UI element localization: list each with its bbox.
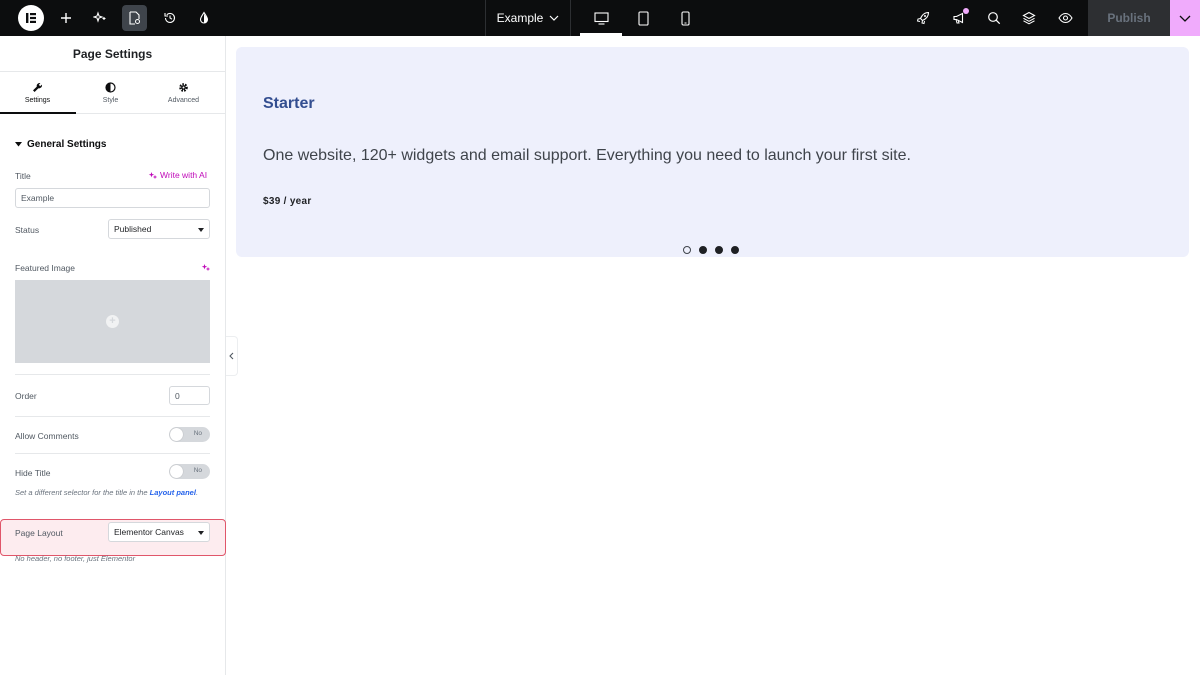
tab-style-label: Style — [102, 97, 119, 104]
wrench-icon — [33, 83, 42, 92]
tab-style[interactable]: Style — [73, 72, 148, 114]
site-settings-drop-icon[interactable] — [194, 0, 214, 36]
title-input[interactable]: Example — [15, 188, 210, 208]
panel-tabs: Settings Style Advanced — [0, 72, 225, 114]
hide-title-toggle[interactable]: No — [169, 464, 210, 479]
order-label: Order — [15, 391, 37, 401]
caret-down-icon — [198, 531, 204, 535]
slider-pagination — [683, 246, 739, 254]
caret-down-icon — [198, 228, 204, 232]
status-label: Status — [15, 225, 40, 235]
tab-advanced[interactable]: Advanced — [146, 72, 221, 114]
history-icon[interactable] — [160, 0, 180, 36]
document-title: Example — [496, 11, 544, 25]
notifications-megaphone-icon[interactable] — [948, 0, 970, 36]
slide-price: $39 / year — [263, 196, 312, 207]
ai-sparkle-icon[interactable] — [90, 0, 110, 36]
slide-heading: Starter — [263, 95, 315, 112]
search-icon[interactable] — [983, 0, 1005, 36]
top-bar: Example Publish — [0, 0, 1200, 36]
hide-title-help: Set a different selector for the title i… — [15, 487, 210, 499]
launchpad-rocket-icon[interactable] — [912, 0, 934, 36]
status-select[interactable]: Published — [108, 219, 210, 239]
page-settings-icon[interactable] — [124, 0, 145, 36]
toggle-knob — [170, 465, 183, 478]
preview-eye-icon[interactable] — [1054, 0, 1076, 36]
order-input[interactable]: 0 — [169, 386, 210, 405]
slider-dot[interactable] — [715, 246, 723, 254]
gear-icon — [179, 83, 188, 92]
collapse-panel-button[interactable] — [226, 336, 238, 376]
pricing-slide-card: Starter One website, 120+ widgets and em… — [236, 47, 1189, 257]
mobile-view-icon[interactable] — [675, 0, 695, 36]
allow-comments-toggle[interactable]: No — [169, 427, 210, 442]
tab-settings[interactable]: Settings — [0, 72, 75, 114]
divider — [15, 416, 210, 417]
toggle-state: No — [193, 430, 202, 437]
active-tab-indicator — [0, 112, 76, 114]
help-text-prefix: Set a different selector for the title i… — [15, 488, 148, 497]
write-with-ai-link[interactable]: Write with AI — [148, 170, 207, 180]
divider — [15, 453, 210, 454]
ai-sparkle-icon — [148, 171, 157, 178]
slider-dot[interactable] — [699, 246, 707, 254]
status-value: Published — [114, 224, 152, 234]
hide-title-label: Hide Title — [15, 468, 51, 478]
chevron-left-icon — [229, 352, 234, 360]
layout-panel-link[interactable]: Layout panel — [150, 488, 196, 497]
page-layout-help: No header, no footer, just Elementor — [15, 554, 136, 563]
publish-options-button[interactable] — [1170, 0, 1200, 36]
page-layout-label: Page Layout — [15, 528, 63, 538]
tab-settings-label: Settings — [24, 97, 51, 104]
page-layout-value: Elementor Canvas — [114, 527, 184, 537]
add-image-icon: + — [106, 315, 119, 328]
chevron-down-icon — [549, 15, 559, 21]
tablet-view-icon[interactable] — [633, 0, 653, 36]
structure-layers-icon[interactable] — [1018, 0, 1040, 36]
slide-description: One website, 120+ widgets and email supp… — [263, 147, 911, 164]
write-with-ai-label: Write with AI — [160, 170, 208, 180]
allow-comments-label: Allow Comments — [15, 431, 79, 441]
page-layout-select[interactable]: Elementor Canvas — [108, 522, 210, 542]
desktop-view-icon[interactable] — [590, 0, 612, 36]
featured-image-dropzone[interactable]: + — [15, 280, 210, 363]
chevron-down-icon — [1179, 15, 1191, 22]
caret-down-icon — [15, 142, 22, 147]
title-label: Title — [15, 171, 31, 181]
help-text-suffix: . — [195, 488, 199, 497]
ai-sparkle-icon[interactable] — [201, 263, 210, 272]
panel-title: Page Settings — [0, 36, 225, 72]
toggle-state: No — [193, 467, 202, 474]
divider — [15, 374, 210, 375]
elementor-logo-icon[interactable] — [18, 5, 44, 31]
add-element-icon[interactable] — [56, 0, 76, 36]
slider-dot[interactable] — [683, 246, 691, 254]
notification-badge — [963, 8, 969, 14]
active-device-indicator — [580, 33, 622, 36]
tab-advanced-label: Advanced — [167, 97, 200, 104]
featured-image-label: Featured Image — [15, 263, 76, 273]
document-title-dropdown[interactable]: Example — [485, 0, 571, 36]
toggle-knob — [170, 428, 183, 441]
slider-dot[interactable] — [731, 246, 739, 254]
half-circle-icon — [105, 82, 116, 93]
general-settings-toggle[interactable]: General Settings — [15, 139, 106, 150]
publish-button[interactable]: Publish — [1088, 0, 1170, 36]
section-title: General Settings — [27, 139, 107, 150]
